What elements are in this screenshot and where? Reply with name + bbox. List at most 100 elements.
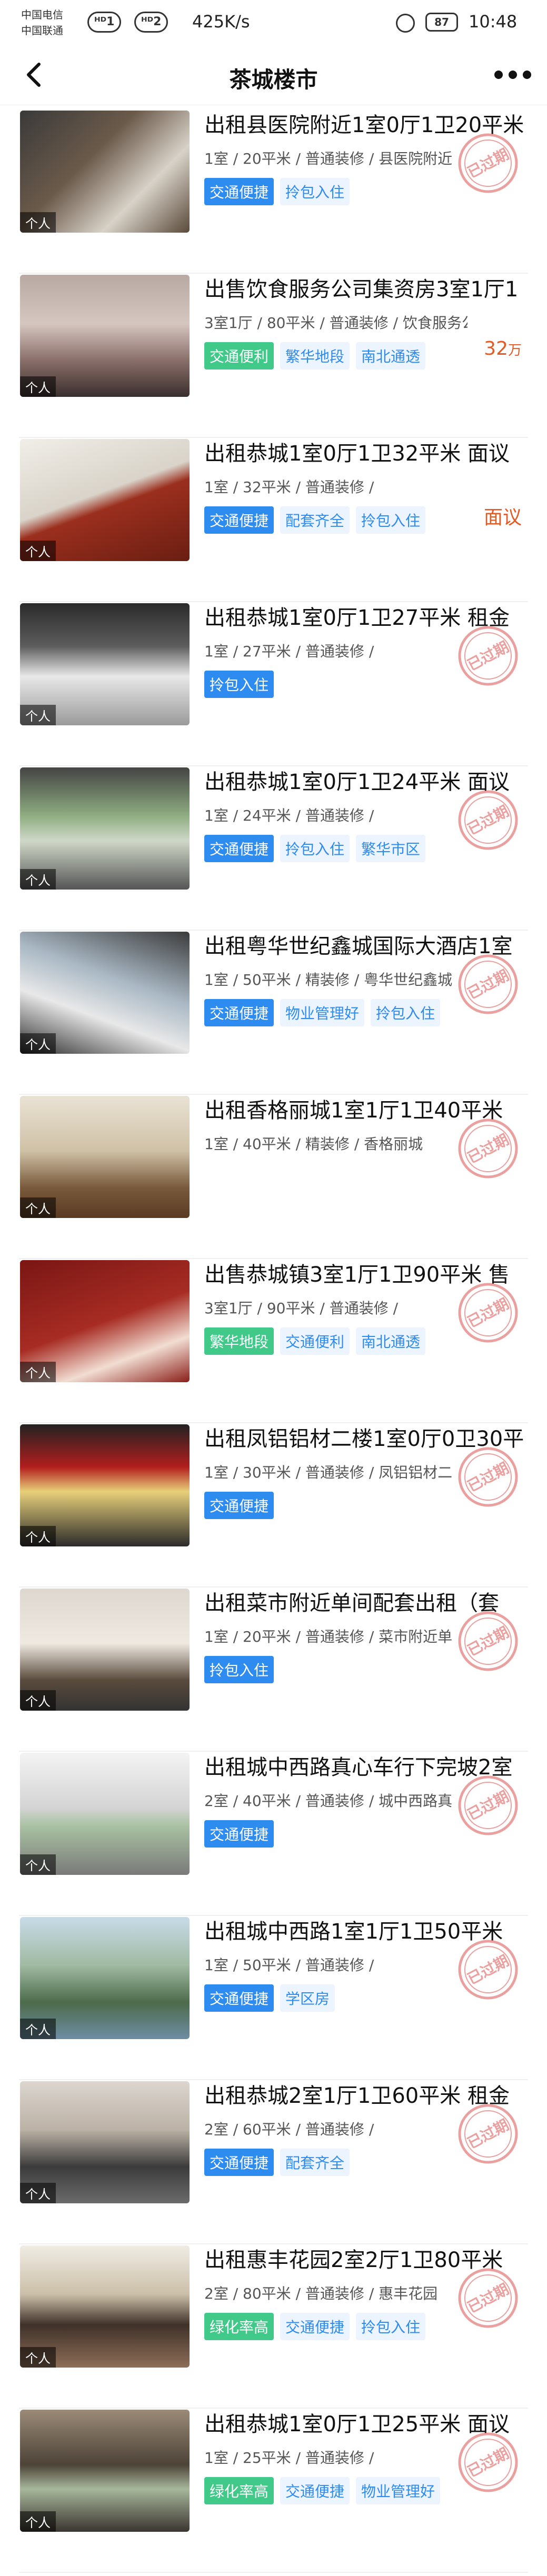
- divider: [19, 2243, 528, 2244]
- divider: [19, 1258, 528, 1259]
- carrier-label-2: 中国联通: [21, 24, 63, 37]
- listing-photo[interactable]: 个人: [20, 1424, 190, 1546]
- list-item[interactable]: 个人 出租凤铝铝材二楼1室0厅0卫30平 1室 / 30平米 / 普通装修 / 凤铝…: [0, 1424, 547, 1587]
- list-item[interactable]: 个人 出租县医院附近1室0厅1卫20平米 1室 / 20平米 / 普通装修 / 县医…: [0, 111, 547, 274]
- feature-tag: 物业管理好: [356, 2477, 441, 2504]
- more-menu-icon[interactable]: [494, 71, 531, 81]
- network-speed: 425K/s: [192, 12, 250, 32]
- svg-text:已过期: 已过期: [464, 1623, 512, 1660]
- listing-title[interactable]: 出租恭城1室0厅1卫32平米 面议: [204, 440, 531, 467]
- feature-tag: 拎包入住: [371, 999, 441, 1026]
- owner-type-badge: 个人: [20, 541, 56, 561]
- owner-type-badge: 个人: [20, 705, 56, 725]
- listing-photo[interactable]: 个人: [20, 275, 190, 397]
- listing-photo[interactable]: 个人: [20, 1260, 190, 1382]
- listing-photo[interactable]: 个人: [20, 767, 190, 890]
- svg-text:已过期: 已过期: [464, 802, 512, 838]
- listing-meta: 1室 / 24平米 / 普通装修 /: [204, 807, 374, 824]
- feature-tag: 交通便捷: [280, 2477, 350, 2504]
- feature-tag: 南北通透: [356, 342, 426, 370]
- list-item[interactable]: 个人 出租恭城2室1厅1卫60平米 租金 2室 / 60平米 / 普通装修 / 交通便…: [0, 2081, 547, 2244]
- list-item[interactable]: 个人 出租菜市附近单间配套出租（套 1室 / 20平米 / 普通装修 / 菜市附近单…: [0, 1589, 547, 1752]
- page-title: 茶城楼市: [229, 67, 318, 93]
- owner-type-badge: 个人: [20, 1526, 56, 1546]
- listing-title[interactable]: 出售饮食服务公司集资房3室1厅1: [204, 276, 531, 303]
- listing-meta: 1室 / 25平米 / 普通装修 /: [204, 2449, 374, 2467]
- list-item[interactable]: 个人 出租惠丰花园2室2厅1卫80平米 2室 / 80平米 / 普通装修 / 惠丰花…: [0, 2245, 547, 2409]
- divider: [19, 273, 528, 274]
- owner-type-badge: 个人: [20, 1690, 56, 1711]
- listing-photo[interactable]: 个人: [20, 1753, 190, 1875]
- listing-photo[interactable]: 个人: [20, 2081, 190, 2203]
- list-item[interactable]: 个人 出售恭城镇3室1厅1卫90平米 售 3室1厅 / 90平米 / 普通装修 / 繁…: [0, 1260, 547, 1423]
- feature-tag: 繁华地段: [280, 342, 350, 370]
- svg-text:已过期: 已过期: [464, 2280, 512, 2317]
- listing-price: 32万: [484, 338, 522, 360]
- listing-tags: 交通便利 繁华地段 南北通透: [204, 342, 531, 370]
- feature-tag: 配套齐全: [280, 2149, 350, 2176]
- list-item[interactable]: 个人 出租城中西路1室1厅1卫50平米 1室 / 50平米 / 普通装修 / 交通便捷…: [0, 1917, 547, 2080]
- divider: [19, 2572, 528, 2573]
- battery-icon: 87: [425, 13, 458, 32]
- list-item[interactable]: 个人 出租城中西路真心车行下完坡2室 2室 / 40平米 / 普通装修 / 城中西路…: [0, 1753, 547, 1916]
- listing-meta: 1室 / 30平米 / 普通装修 / 凤铝铝材二: [204, 1464, 453, 1481]
- signal-icon: ᴴᴰ2: [134, 12, 168, 33]
- listing-info: 出售饮食服务公司集资房3室1厅1 3室1厅 / 80平米 / 普通装修 / 饮食服…: [204, 276, 531, 370]
- listing-meta: 1室 / 20平米 / 普通装修 / 菜市附近单: [204, 1628, 453, 1645]
- feature-tag: 繁华地段: [204, 1327, 274, 1355]
- listing-photo[interactable]: 个人: [20, 1096, 190, 1218]
- list-item[interactable]: 个人 出租粤华世纪鑫城国际大酒店1室 1室 / 50平米 / 精装修 / 粤华世纪鑫…: [0, 932, 547, 1095]
- listing-meta: 1室 / 20平米 / 普通装修 / 县医院附近: [204, 150, 453, 167]
- svg-text:已过期: 已过期: [464, 638, 512, 674]
- divider: [19, 1094, 528, 1095]
- feature-tag: 南北通透: [356, 1327, 426, 1355]
- listing-tags: 交通便捷 配套齐全 拎包入住: [204, 506, 531, 534]
- owner-type-badge: 个人: [20, 1854, 56, 1875]
- feature-tag: 配套齐全: [280, 506, 350, 534]
- list-item[interactable]: 个人 出租恭城1室0厅1卫32平米 面议 1室 / 32平米 / 普通装修 / 交通便…: [0, 439, 547, 602]
- owner-type-badge: 个人: [20, 376, 56, 397]
- owner-type-badge: 个人: [20, 1362, 56, 1382]
- feature-tag: 物业管理好: [280, 999, 365, 1026]
- listing-photo[interactable]: 个人: [20, 932, 190, 1054]
- svg-text:已过期: 已过期: [464, 966, 512, 1003]
- listing-info: 出租恭城1室0厅1卫32平米 面议 1室 / 32平米 / 普通装修 / 交通便捷配…: [204, 440, 531, 534]
- svg-text:已过期: 已过期: [464, 1788, 512, 1824]
- feature-tag: 学区房: [280, 1984, 335, 2012]
- divider: [19, 2079, 528, 2080]
- status-bar: 中国电信 中国联通 ᴴᴰ1 ᴴᴰ2 425K/s 87 10:48: [0, 0, 547, 47]
- svg-text:已过期: 已过期: [464, 2116, 512, 2152]
- list-item[interactable]: 个人 出租恭城1室0厅1卫25平米 面议 1室 / 25平米 / 普通装修 / 绿化率…: [0, 2410, 547, 2573]
- listing-meta: 1室 / 40平米 / 精装修 / 香格丽城: [204, 1135, 423, 1153]
- divider: [19, 765, 528, 766]
- owner-type-badge: 个人: [20, 2347, 56, 2368]
- divider: [19, 1751, 528, 1752]
- list-item[interactable]: 个人 出售饮食服务公司集资房3室1厅1 3室1厅 / 80平米 / 普通装修 / 饮…: [0, 275, 547, 438]
- listing-meta: 2室 / 80平米 / 普通装修 / 惠丰花园: [204, 2285, 438, 2302]
- owner-type-badge: 个人: [20, 2183, 56, 2203]
- clock: 10:48: [469, 12, 518, 32]
- list-item[interactable]: 个人 出租恭城1室0厅1卫24平米 面议 1室 / 24平米 / 普通装修 / 交通便…: [0, 767, 547, 931]
- list-item[interactable]: 个人 出租恭城1室0厅1卫27平米 租金 1室 / 27平米 / 普通装修 / 拎包入…: [0, 603, 547, 766]
- carrier-label-1: 中国电信: [21, 8, 63, 21]
- listing-meta: 2室 / 40平米 / 普通装修 / 城中西路真: [204, 1792, 453, 1810]
- owner-type-badge: 个人: [20, 1197, 56, 1218]
- listing-photo[interactable]: 个人: [20, 439, 190, 561]
- nav-bar: 茶城楼市: [0, 47, 547, 105]
- owner-type-badge: 个人: [20, 2511, 56, 2532]
- svg-text:已过期: 已过期: [464, 145, 512, 182]
- listing-photo[interactable]: 个人: [20, 603, 190, 725]
- list-item[interactable]: 个人 出租香格丽城1室1厅1卫40平米 1室 / 40平米 / 精装修 / 香格丽城…: [0, 1096, 547, 1259]
- divider: [19, 1422, 528, 1423]
- feature-tag: 繁华市区: [356, 835, 426, 862]
- listing-photo[interactable]: 个人: [20, 2410, 190, 2532]
- listing-photo[interactable]: 个人: [20, 1917, 190, 2039]
- owner-type-badge: 个人: [20, 2019, 56, 2039]
- listing-photo[interactable]: 个人: [20, 2245, 190, 2368]
- listing-photo[interactable]: 个人: [20, 111, 190, 233]
- feature-tag: 交通便利: [280, 1327, 350, 1355]
- listing-photo[interactable]: 个人: [20, 1589, 190, 1711]
- divider: [19, 1915, 528, 1916]
- svg-text:已过期: 已过期: [464, 1131, 512, 1167]
- owner-type-badge: 个人: [20, 1033, 56, 1054]
